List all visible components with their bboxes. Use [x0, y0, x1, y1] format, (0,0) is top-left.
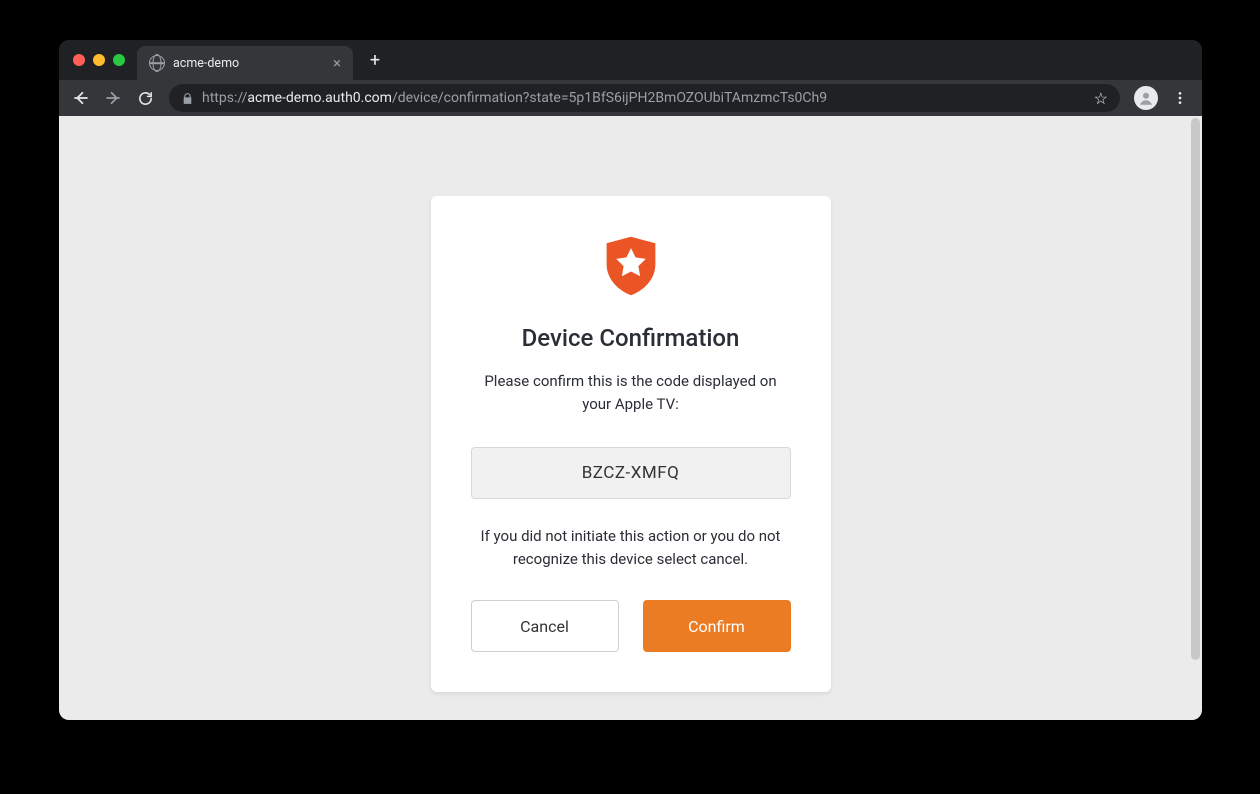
- tab-strip: acme-demo × +: [59, 40, 1202, 80]
- reload-button[interactable]: [131, 84, 159, 112]
- card-title: Device Confirmation: [471, 324, 791, 352]
- auth0-logo: [605, 236, 657, 296]
- window-close-button[interactable]: [73, 54, 85, 66]
- scrollbar[interactable]: [1191, 118, 1200, 660]
- avatar-icon: [1137, 89, 1155, 107]
- tab-title: acme-demo: [173, 56, 239, 71]
- url-text: https://acme-demo.auth0.com/device/confi…: [202, 90, 1086, 106]
- card-sub-text: If you did not initiate this action or y…: [471, 525, 791, 570]
- forward-button[interactable]: [99, 84, 127, 112]
- device-code: BZCZ-XMFQ: [582, 463, 680, 483]
- toolbar: https://acme-demo.auth0.com/device/confi…: [59, 80, 1202, 116]
- arrow-right-icon: [104, 89, 122, 107]
- browser-tab[interactable]: acme-demo ×: [137, 46, 353, 80]
- back-button[interactable]: [67, 84, 95, 112]
- globe-icon: [149, 55, 165, 71]
- arrow-left-icon: [72, 89, 90, 107]
- profile-button[interactable]: [1134, 86, 1158, 110]
- address-bar[interactable]: https://acme-demo.auth0.com/device/confi…: [169, 84, 1120, 112]
- bookmark-button[interactable]: ☆: [1094, 89, 1108, 108]
- window-minimize-button[interactable]: [93, 54, 105, 66]
- new-tab-button[interactable]: +: [361, 46, 389, 74]
- lock-icon: [181, 92, 194, 105]
- reload-icon: [137, 90, 154, 107]
- cancel-button[interactable]: Cancel: [471, 600, 619, 652]
- device-code-display: BZCZ-XMFQ: [471, 447, 791, 499]
- button-row: Cancel Confirm: [471, 600, 791, 652]
- kebab-icon: [1172, 90, 1188, 106]
- shield-star-icon: [605, 236, 657, 296]
- page-viewport: Device Confirmation Please confirm this …: [59, 116, 1202, 720]
- card-lead-text: Please confirm this is the code displaye…: [471, 370, 791, 415]
- window-controls: [73, 54, 125, 66]
- browser-window: acme-demo × + https://acme-demo.auth0.co…: [59, 40, 1202, 720]
- window-fullscreen-button[interactable]: [113, 54, 125, 66]
- tab-close-button[interactable]: ×: [333, 56, 341, 71]
- confirm-button[interactable]: Confirm: [643, 600, 791, 652]
- device-confirmation-card: Device Confirmation Please confirm this …: [431, 196, 831, 692]
- browser-menu-button[interactable]: [1166, 84, 1194, 112]
